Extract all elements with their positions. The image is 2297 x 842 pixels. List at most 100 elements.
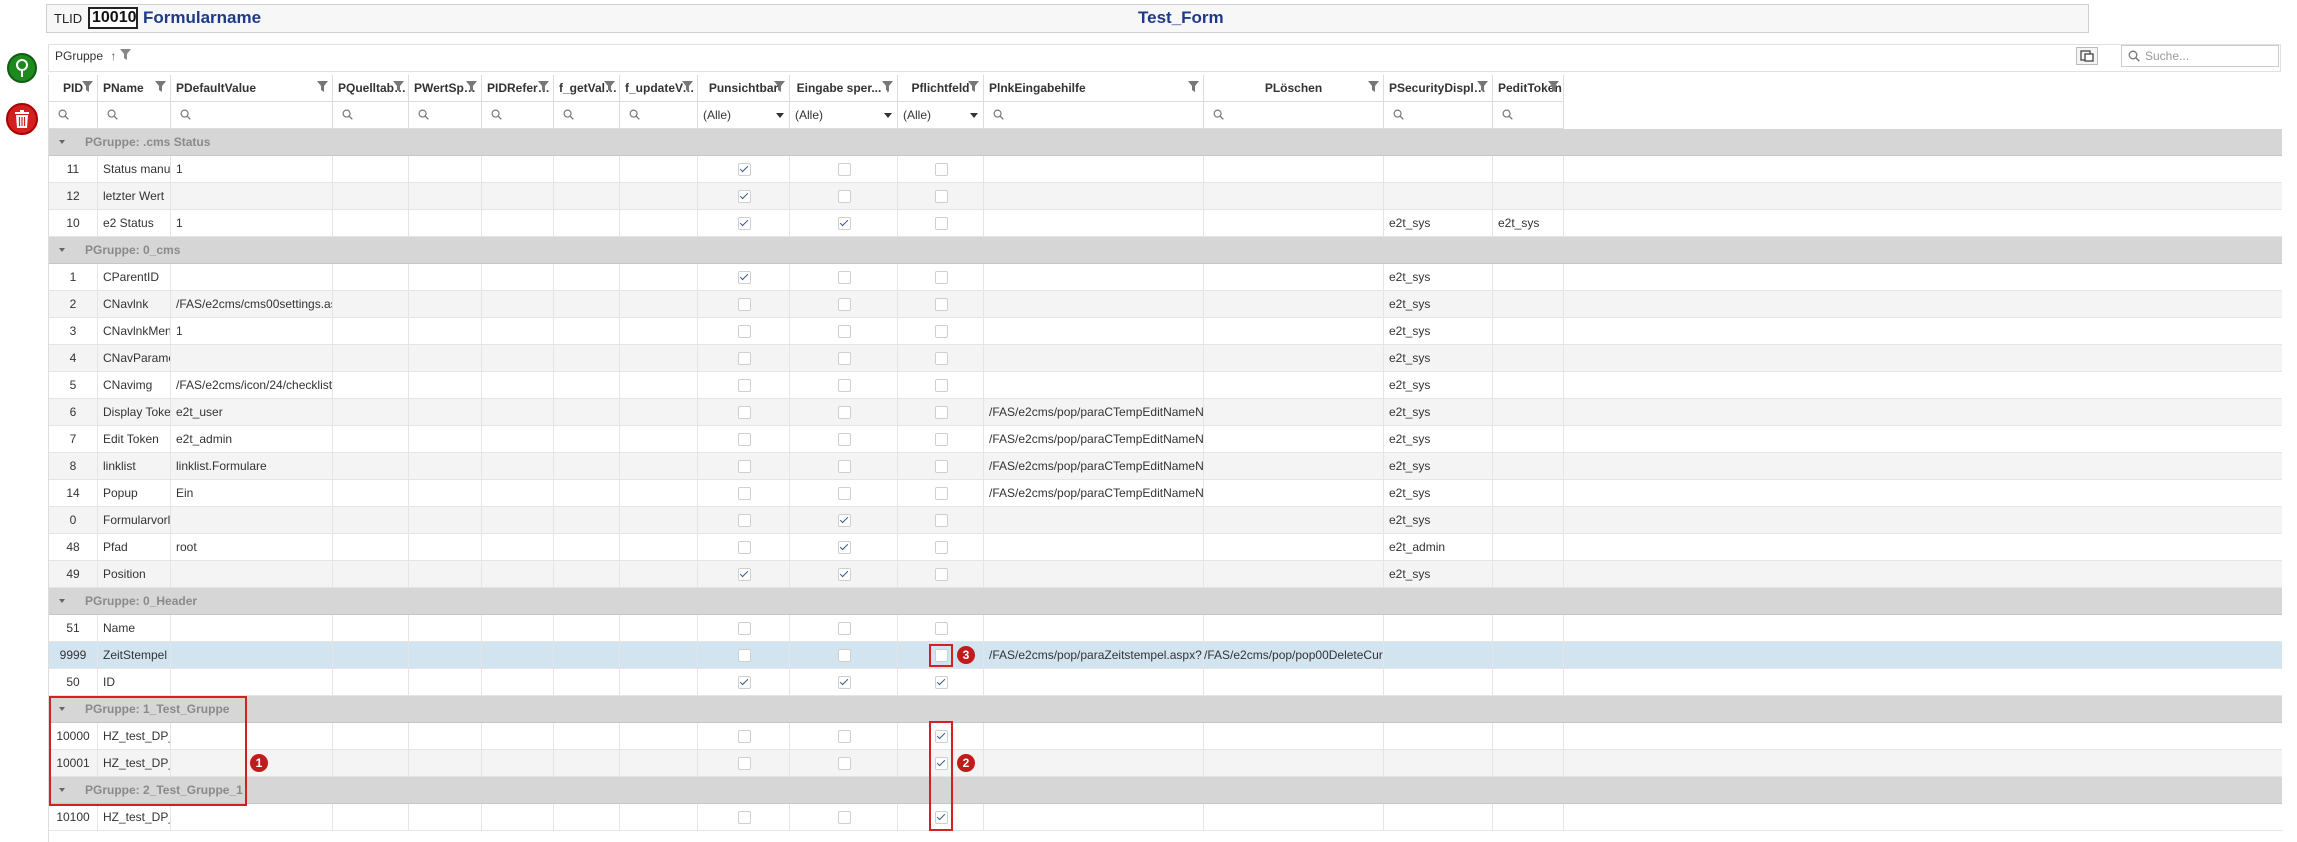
cell-pid[interactable]: 8 xyxy=(49,453,98,479)
cell-pdefaultvalue[interactable]: 1 xyxy=(171,210,333,236)
cell-pidreferenz[interactable] xyxy=(482,669,554,695)
cell-f-updatevalue[interactable] xyxy=(620,372,698,398)
cell-plnkeingabehilfe[interactable] xyxy=(984,264,1204,290)
table-row[interactable]: 7 Edit Token e2t_admin/FAS/e2cms/pop/paraC… xyxy=(49,426,2282,453)
cell-pname[interactable]: HZ_test_DP_01 xyxy=(98,804,171,830)
cell-pname[interactable]: ID xyxy=(98,669,171,695)
cell-plnkeingabehilfe[interactable] xyxy=(984,534,1204,560)
cell-punsichtbar[interactable] xyxy=(698,210,790,236)
checkbox[interactable] xyxy=(738,811,751,824)
cell-pflichtfeld[interactable] xyxy=(898,426,984,452)
cell-pwertspalte[interactable] xyxy=(409,507,482,533)
table-row[interactable]: 12 letzter Wert xyxy=(49,183,2282,210)
cell-pidreferenz[interactable] xyxy=(482,318,554,344)
column-header-pflichtfeld[interactable]: Pflichtfeld xyxy=(898,75,984,102)
checkbox[interactable] xyxy=(935,190,948,203)
filter-icon[interactable] xyxy=(682,81,694,95)
cell-pid[interactable]: 7 xyxy=(49,426,98,452)
table-row[interactable]: 2 CNavlnk/FAS/e2cms/cms00settings.aspx e2t… xyxy=(49,291,2282,318)
filter-icon[interactable] xyxy=(968,81,980,95)
checkbox[interactable] xyxy=(935,676,948,689)
cell-pname[interactable]: CNavParameter xyxy=(98,345,171,371)
cell-pquelltabelle[interactable] xyxy=(333,318,409,344)
checkbox[interactable] xyxy=(838,163,851,176)
cell-pedittoken[interactable] xyxy=(1493,642,1564,668)
filter-select-pflichtfeld[interactable]: (Alle) xyxy=(898,102,984,129)
filter-icon[interactable] xyxy=(1548,81,1560,95)
cell-eingabe-gesperrt[interactable] xyxy=(790,723,898,749)
cell-pname[interactable]: linklist xyxy=(98,453,171,479)
cell-pwertspalte[interactable] xyxy=(409,399,482,425)
cell-plnkeingabehilfe[interactable] xyxy=(984,750,1204,776)
checkbox[interactable] xyxy=(738,757,751,770)
cell-pwertspalte[interactable] xyxy=(409,345,482,371)
cell-pdefaultvalue[interactable]: e2t_admin xyxy=(171,426,333,452)
cell-plnkeingabehilfe[interactable] xyxy=(984,615,1204,641)
checkbox[interactable] xyxy=(838,730,851,743)
cell-pwertspalte[interactable] xyxy=(409,453,482,479)
cell-psecuritydisplaytoken[interactable]: e2t_admin xyxy=(1384,534,1493,560)
column-header-pname[interactable]: PName xyxy=(98,75,171,102)
table-row[interactable]: 50 ID xyxy=(49,669,2282,696)
cell-punsichtbar[interactable] xyxy=(698,264,790,290)
cell-f-updatevalue[interactable] xyxy=(620,507,698,533)
cell-pid[interactable]: 49 xyxy=(49,561,98,587)
cell-plnkeingabehilfe[interactable] xyxy=(984,372,1204,398)
cell-plnkeingabehilfe[interactable] xyxy=(984,318,1204,344)
cell-f-getvalue[interactable] xyxy=(554,372,620,398)
checkbox[interactable] xyxy=(935,163,948,176)
cell-psecuritydisplaytoken[interactable]: e2t_sys xyxy=(1384,426,1493,452)
cell-f-updatevalue[interactable] xyxy=(620,426,698,452)
table-row[interactable]: 3CNavlnkMenue1 e2t_sys xyxy=(49,318,2282,345)
cell-ploeschen[interactable] xyxy=(1204,723,1384,749)
cell-pidreferenz[interactable] xyxy=(482,534,554,560)
filter-input-pwertspalte[interactable] xyxy=(409,102,482,129)
cell-f-updatevalue[interactable] xyxy=(620,264,698,290)
checkbox[interactable] xyxy=(935,217,948,230)
cell-ploeschen[interactable] xyxy=(1204,561,1384,587)
filter-icon[interactable] xyxy=(119,49,131,64)
column-header-pid[interactable]: PID xyxy=(49,75,98,102)
cell-f-getvalue[interactable] xyxy=(554,480,620,506)
column-chooser-icon[interactable] xyxy=(2076,47,2098,65)
cell-f-updatevalue[interactable] xyxy=(620,723,698,749)
cell-plnkeingabehilfe[interactable] xyxy=(984,210,1204,236)
cell-psecuritydisplaytoken[interactable]: e2t_sys xyxy=(1384,210,1493,236)
cell-pquelltabelle[interactable] xyxy=(333,345,409,371)
checkbox[interactable] xyxy=(738,514,751,527)
column-header-punsichtbar[interactable]: Punsichtbar xyxy=(698,75,790,102)
cell-pidreferenz[interactable] xyxy=(482,399,554,425)
cell-f-getvalue[interactable] xyxy=(554,804,620,830)
group-row[interactable]: PGruppe: .cms Status xyxy=(49,129,2282,156)
cell-f-getvalue[interactable] xyxy=(554,615,620,641)
filter-icon[interactable] xyxy=(1188,81,1200,95)
column-header-ploeschen[interactable]: PLöschen xyxy=(1204,75,1384,102)
cell-ploeschen[interactable] xyxy=(1204,372,1384,398)
cell-pdefaultvalue[interactable]: Ein xyxy=(171,480,333,506)
column-header-pquelltabelle[interactable]: PQuelltabelle xyxy=(333,75,409,102)
cell-pname[interactable]: Display Token xyxy=(98,399,171,425)
cell-punsichtbar[interactable] xyxy=(698,804,790,830)
cell-plnkeingabehilfe[interactable] xyxy=(984,156,1204,182)
cell-ploeschen[interactable] xyxy=(1204,480,1384,506)
table-row[interactable]: 11Status manuell1 xyxy=(49,156,2282,183)
cell-pwertspalte[interactable] xyxy=(409,210,482,236)
cell-pquelltabelle[interactable] xyxy=(333,399,409,425)
cell-pedittoken[interactable]: e2t_sys xyxy=(1493,210,1564,236)
cell-ploeschen[interactable]: /FAS/e2cms/pop/pop00DeleteCurrentData.as… xyxy=(1204,642,1384,668)
cell-pflichtfeld[interactable] xyxy=(898,318,984,344)
checkbox[interactable] xyxy=(738,460,751,473)
cell-pname[interactable]: CNavlnkMenue xyxy=(98,318,171,344)
checkbox[interactable] xyxy=(738,298,751,311)
checkbox[interactable] xyxy=(838,379,851,392)
cell-pedittoken[interactable] xyxy=(1493,183,1564,209)
cell-eingabe-gesperrt[interactable] xyxy=(790,750,898,776)
cell-punsichtbar[interactable] xyxy=(698,399,790,425)
cell-f-getvalue[interactable] xyxy=(554,183,620,209)
cell-pidreferenz[interactable] xyxy=(482,183,554,209)
cell-ploeschen[interactable] xyxy=(1204,183,1384,209)
cell-pid[interactable]: 3 xyxy=(49,318,98,344)
cell-pid[interactable]: 5 xyxy=(49,372,98,398)
checkbox[interactable] xyxy=(838,568,851,581)
cell-f-getvalue[interactable] xyxy=(554,750,620,776)
